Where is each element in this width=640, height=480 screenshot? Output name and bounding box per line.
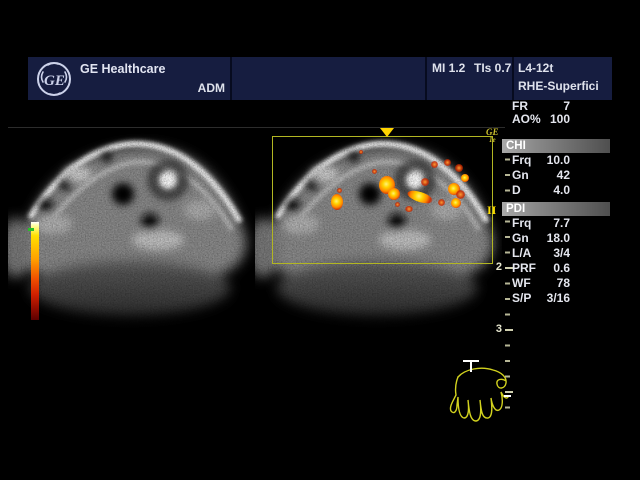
- ao-label: AO%: [512, 113, 541, 126]
- param-row: L/A 3/4: [502, 246, 610, 261]
- header-divider: [512, 57, 514, 100]
- body-marker-hand-icon[interactable]: [445, 348, 525, 433]
- brand-label: GE Healthcare: [80, 62, 165, 76]
- probe-orientation-marker-icon: [380, 128, 394, 137]
- param-row: Gn 42: [502, 168, 610, 183]
- chi-gn-value: 42: [557, 168, 570, 183]
- depth-label-3: 3: [488, 323, 502, 336]
- mi-value: MI 1.2: [432, 61, 465, 75]
- pdi-gn-label: Gn: [512, 231, 529, 246]
- depth-label-2: 2: [488, 261, 502, 274]
- pdi-frq-label: Frq: [512, 216, 531, 231]
- preset-label: ADM: [168, 81, 225, 95]
- pdi-wf-value: 78: [557, 276, 570, 291]
- depth-tick-3cm: [505, 329, 513, 331]
- param-row: Gn 18.0: [502, 231, 610, 246]
- pdi-section-header[interactable]: PDI: [502, 202, 610, 216]
- pdi-prf-label: PRF: [512, 261, 536, 276]
- param-row: D 4.0: [502, 183, 610, 198]
- ge-logo-icon: GE: [34, 59, 74, 99]
- pdi-wf-label: WF: [512, 276, 531, 291]
- focal-zone-marker[interactable]: II: [487, 204, 496, 216]
- ao-value: 100: [550, 113, 570, 126]
- chi-frq-label: Frq: [512, 153, 531, 168]
- colorbar-baseline-tick: [28, 228, 34, 231]
- chi-gn-label: Gn: [512, 168, 529, 183]
- scale-top-marker-sub: 1e: [486, 136, 499, 144]
- header-divider: [230, 57, 232, 100]
- chi-frq-value: 10.0: [547, 153, 570, 168]
- pdi-la-value: 3/4: [553, 246, 570, 261]
- header-divider: [425, 57, 427, 100]
- param-row: S/P 3/16: [502, 291, 610, 306]
- param-row: Frq 7.7: [502, 216, 610, 231]
- ge-monogram-text: GE: [44, 73, 65, 89]
- probe-label: L4-12t: [518, 61, 553, 75]
- param-row: PRF 0.6: [502, 261, 610, 276]
- param-row: WF 78: [502, 276, 610, 291]
- pdi-gn-value: 18.0: [547, 231, 570, 246]
- pdi-sp-label: S/P: [512, 291, 531, 306]
- ultrasound-anatomy: [8, 128, 255, 420]
- acquisition-status: FR 7 AO% 100: [502, 100, 610, 126]
- tis-value: TIs 0.7: [474, 61, 511, 75]
- parameter-panel: CHI Frq 10.0 Gn 42 D 4.0 PDI Frq 7.7 Gn …: [502, 139, 610, 306]
- pdi-la-label: L/A: [512, 246, 531, 261]
- exam-preset-label: RHE-Superfici: [518, 79, 599, 93]
- bmode-image-left: [8, 128, 255, 420]
- scale-top-marker: GE 1e: [486, 128, 499, 144]
- chi-section-header[interactable]: CHI: [502, 139, 610, 153]
- title-bar: GE GE Healthcare ADM MI 1.2 TIs 0.7 L4-1…: [28, 57, 612, 100]
- status-row: AO% 100: [502, 113, 610, 126]
- color-roi-box[interactable]: [272, 136, 493, 264]
- chi-d-label: D: [512, 183, 521, 198]
- probe-position-marker-icon: [463, 361, 479, 372]
- pdi-sp-value: 3/16: [547, 291, 570, 306]
- chi-d-value: 4.0: [553, 183, 570, 198]
- doppler-colorbar: [31, 222, 39, 320]
- param-row: Frq 10.0: [502, 153, 610, 168]
- pdi-prf-value: 0.6: [553, 261, 570, 276]
- ultrasound-screen: GE GE Healthcare ADM MI 1.2 TIs 0.7 L4-1…: [0, 0, 640, 480]
- pdi-frq-value: 7.7: [553, 216, 570, 231]
